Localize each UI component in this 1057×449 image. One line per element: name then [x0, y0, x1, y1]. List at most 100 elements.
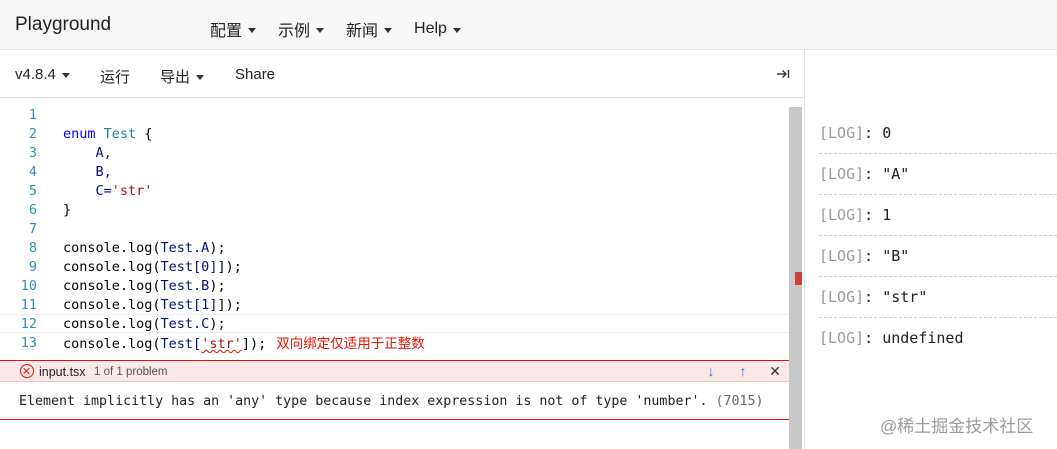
keyword-token: enum [63, 126, 96, 142]
version-select[interactable]: v4.8.4 [15, 66, 70, 83]
log-tag: LOG [828, 329, 856, 347]
brand-title[interactable]: Playground [15, 14, 111, 36]
enum-name-token: Test [103, 126, 137, 142]
code-token: Test.B [160, 278, 210, 294]
code-line: 2 enum Test { [0, 125, 789, 144]
menu-help[interactable]: Help [414, 17, 461, 41]
code-token: Test[ [160, 336, 202, 352]
menu-examples-label: 示例 [278, 23, 311, 40]
line-number: 1 [28, 107, 37, 123]
code-line: 9 console.log(Test[0]]); [0, 258, 789, 277]
code-token: console.log( [63, 316, 161, 332]
problem-message-line: Element implicitly has an 'any' type bec… [19, 394, 764, 409]
code-token: console.log( [63, 278, 161, 294]
code-token: console.log( [63, 297, 161, 313]
arrow-down-icon[interactable]: ↓ [703, 363, 719, 379]
log-value: 0 [882, 124, 892, 142]
code-line: 4 B, [0, 163, 789, 182]
line-number: 5 [28, 183, 37, 199]
code-token: console.log( [63, 259, 161, 275]
problem-file-name: input.tsx [39, 365, 86, 379]
code-token: { [136, 126, 153, 142]
run-button[interactable]: 运行 [100, 66, 130, 87]
export-label: 导出 [160, 69, 191, 86]
editor-toolbar: v4.8.4 运行 导出 Share [0, 50, 805, 98]
line-number: 8 [28, 240, 37, 256]
code-token: C= [63, 183, 112, 199]
watermark: @稀土掘金技术社区 [880, 417, 1034, 436]
problem-code: (7015) [715, 394, 764, 409]
chevron-down-icon [384, 27, 393, 33]
menu-help-label: Help [414, 20, 447, 37]
log-value: 1 [882, 206, 892, 224]
code-token: B, [63, 164, 112, 180]
problem-panel-header: input.tsx 1 of 1 problem ↓ ↑ ✕ [0, 360, 789, 382]
error-icon [20, 364, 34, 378]
line-number: 11 [20, 297, 37, 313]
inline-annotation: 双向绑定仅适用于正整数 [276, 336, 425, 351]
collapse-right-icon[interactable] [776, 67, 790, 81]
line-number: 2 [28, 126, 37, 142]
log-entry: [LOG]: "B" [819, 236, 1057, 277]
log-value: "A" [882, 165, 910, 183]
code-token: } [63, 202, 72, 218]
code-line-current: 12 console.log(Test.C); [0, 314, 789, 333]
code-token: ]); [217, 259, 242, 275]
chevron-down-icon [196, 75, 205, 80]
line-number: 6 [28, 202, 37, 218]
code-token: console.log( [63, 240, 161, 256]
share-button[interactable]: Share [235, 66, 275, 83]
top-navbar: Playground 配置 示例 新闻 Help [0, 0, 1057, 50]
code-line: 10 console.log(Test.B); [0, 277, 789, 296]
code-token: ]); [241, 336, 267, 352]
log-entry: [LOG]: "str" [819, 277, 1057, 318]
code-line: 8 console.log(Test.A); [0, 239, 789, 258]
console-output: [LOG]: 0 [LOG]: "A" [LOG]: 1 [LOG]: "B" … [819, 113, 1057, 359]
menu-examples[interactable]: 示例 [278, 17, 325, 41]
menu-config-label: 配置 [210, 23, 243, 40]
log-tag: LOG [828, 288, 856, 306]
code-line: 7 [0, 220, 789, 239]
code-token: ); [209, 240, 226, 256]
log-entry: [LOG]: 1 [819, 195, 1057, 236]
code-token: Test[0] [160, 259, 218, 275]
problem-message: Element implicitly has an 'any' type bec… [19, 394, 708, 409]
line-number: 12 [20, 316, 37, 332]
line-number: 7 [28, 221, 37, 237]
menu-news[interactable]: 新闻 [346, 17, 393, 41]
version-label: v4.8.4 [15, 66, 56, 83]
log-value: "str" [882, 288, 928, 306]
pane-divider[interactable] [804, 50, 805, 449]
line-number: 3 [28, 145, 37, 161]
code-token: A, [63, 145, 112, 161]
line-number: 9 [28, 259, 37, 275]
log-value: undefined [882, 329, 964, 347]
close-icon[interactable]: ✕ [767, 363, 783, 379]
menu-config[interactable]: 配置 [210, 17, 257, 41]
log-value: "B" [882, 247, 910, 265]
chevron-down-icon [452, 27, 461, 33]
code-token: Test[1] [160, 297, 218, 313]
top-menu: 配置 示例 新闻 Help [210, 17, 483, 41]
string-token: 'str' [111, 183, 153, 199]
share-label: Share [235, 66, 276, 83]
error-string-token: 'str' [201, 336, 242, 352]
log-tag: LOG [828, 124, 856, 142]
chevron-down-icon [248, 27, 257, 33]
log-tag: LOG [828, 165, 856, 183]
code-line: 11 console.log(Test[1]]); [0, 296, 789, 315]
code-line: 5 C='str' [0, 182, 789, 201]
problem-panel-body: Element implicitly has an 'any' type bec… [0, 382, 789, 420]
problem-count: 1 of 1 problem [94, 366, 168, 378]
line-number: 4 [28, 164, 37, 180]
code-token: ); [209, 278, 226, 294]
chevron-down-icon [316, 27, 325, 33]
arrow-up-icon[interactable]: ↑ [735, 363, 751, 379]
log-entry: [LOG]: "A" [819, 154, 1057, 195]
export-menu[interactable]: 导出 [160, 66, 205, 87]
code-token: console.log( [63, 336, 161, 352]
log-tag: LOG [828, 247, 856, 265]
code-line: 1 [0, 106, 789, 125]
code-line: 13 console.log(Test['str']); 双向绑定仅适用于正整数 [0, 334, 789, 353]
code-token: ]); [217, 297, 242, 313]
